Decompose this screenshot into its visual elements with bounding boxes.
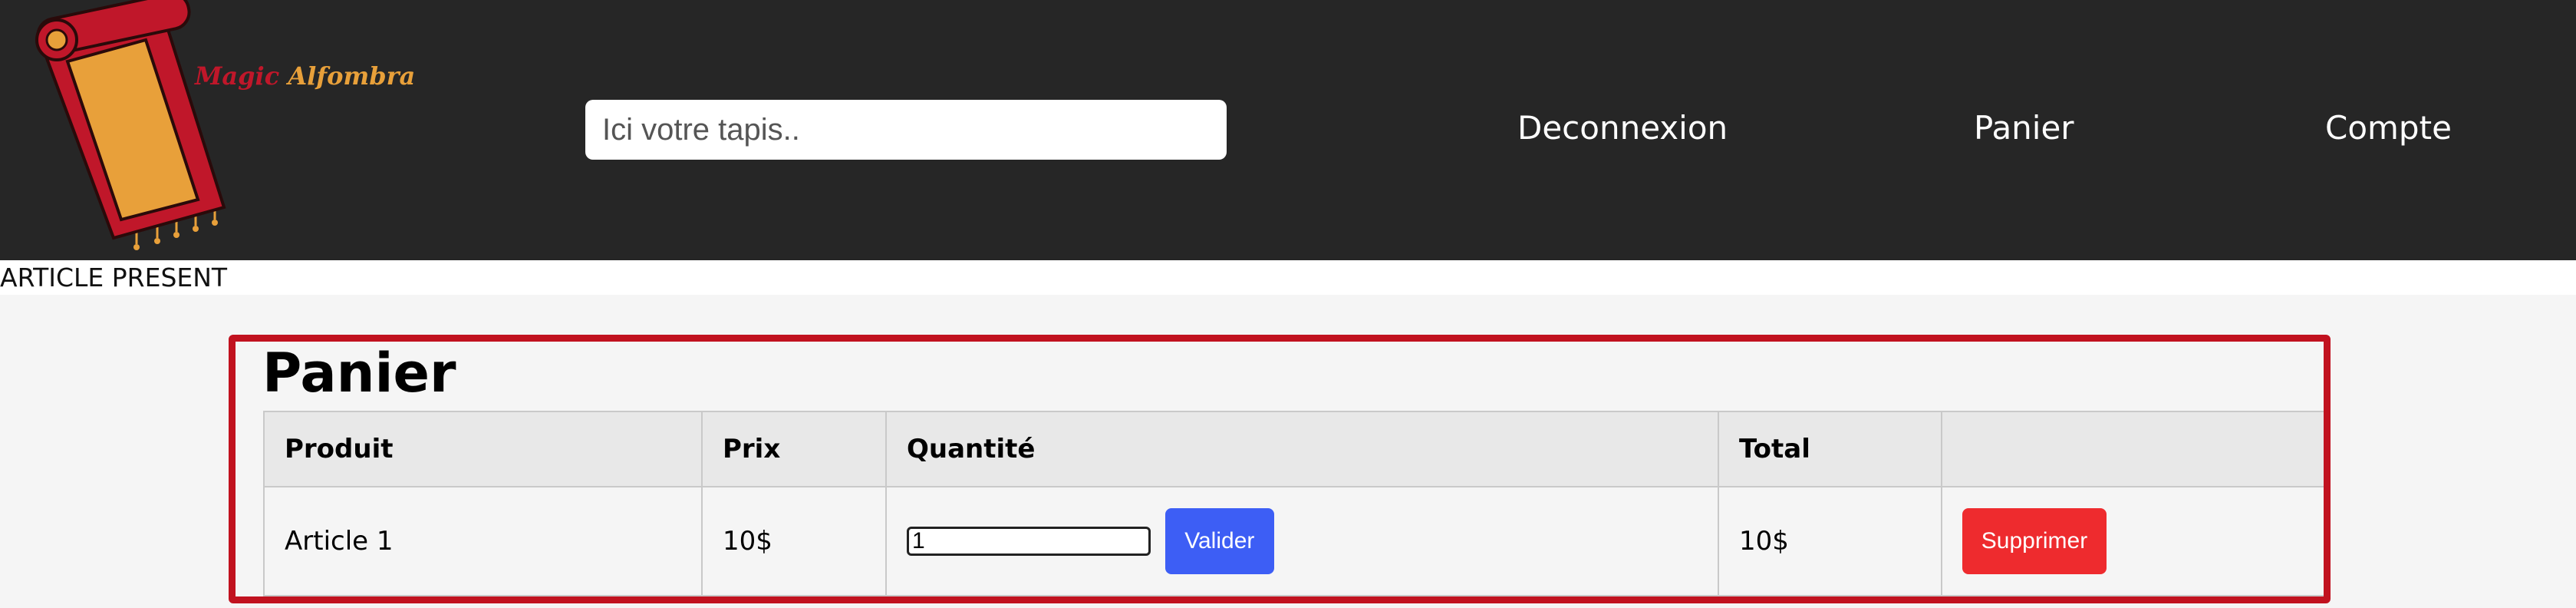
valider-button[interactable]: Valider (1164, 508, 1274, 574)
cart-table: Produit Prix Quantité Total Article 1 10… (263, 411, 2324, 596)
logo[interactable]: Magic Alfombra (23, 0, 415, 253)
cell-produit: Article 1 (263, 486, 703, 596)
table-header-row: Produit Prix Quantité Total (263, 411, 2324, 487)
table-row: Article 1 10$ Valider 10$ Supprimer (263, 486, 2324, 596)
search-input[interactable] (585, 100, 1227, 160)
column-header-quantite: Quantité (885, 411, 1719, 487)
column-header-total: Total (1718, 411, 1942, 487)
column-header-actions (1941, 411, 2324, 487)
nav-link-deconnexion[interactable]: Deconnexion (1517, 109, 1728, 147)
site-header: Magic Alfombra Deconnexion Panier Compte (0, 0, 2576, 260)
cart-title: Panier (262, 342, 456, 405)
cell-actions: Supprimer (1941, 486, 2324, 596)
column-header-prix: Prix (701, 411, 887, 487)
column-header-produit: Produit (263, 411, 703, 487)
notice-band (0, 260, 2576, 295)
nav-link-panier[interactable]: Panier (1974, 109, 2074, 147)
logo-text: Magic Alfombra (195, 61, 415, 91)
quantity-input[interactable] (907, 527, 1151, 556)
logo-word-alfombra: Alfombra (288, 61, 416, 91)
nav-link-compte[interactable]: Compte (2325, 109, 2452, 147)
supprimer-button[interactable]: Supprimer (1962, 508, 2107, 574)
carpet-logo-icon (35, 0, 226, 250)
cart-panel: Panier Produit Prix Quantité Total Artic… (229, 335, 2331, 603)
logo-word-magic: Magic (195, 61, 280, 91)
cell-total: 10$ (1718, 486, 1942, 596)
cell-quantite: Valider (885, 486, 1719, 596)
article-present-notice: ARTICLE PRESENT (0, 263, 228, 292)
cell-prix: 10$ (701, 486, 887, 596)
